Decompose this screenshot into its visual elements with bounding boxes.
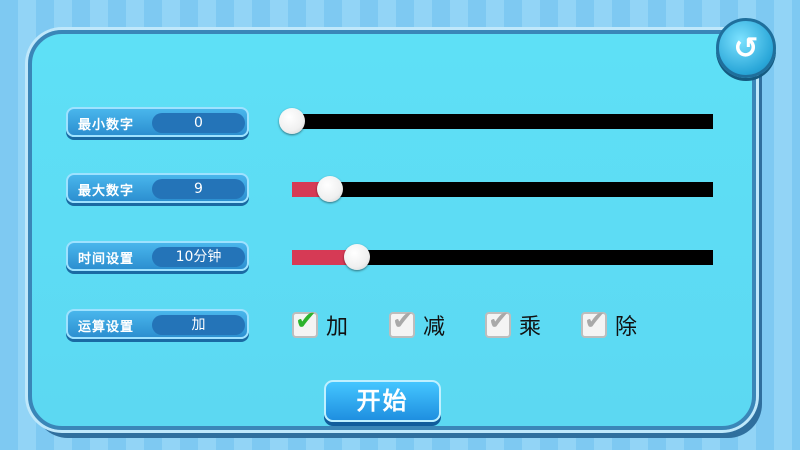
subtract-label: 减 bbox=[423, 315, 446, 340]
operation-divide[interactable]: ✔ 除 bbox=[581, 306, 638, 340]
divide-label: 除 bbox=[615, 315, 638, 340]
operation-subtract[interactable]: ✔ 减 bbox=[389, 306, 446, 340]
multiply-label: 乘 bbox=[519, 315, 542, 340]
time-label: 时间设置 bbox=[78, 252, 135, 267]
operation-add[interactable]: ✔ 加 bbox=[292, 306, 349, 340]
multiply-checkbox[interactable]: ✔ bbox=[485, 306, 511, 338]
add-label: 加 bbox=[326, 315, 349, 340]
check-icon: ✔ bbox=[392, 306, 414, 336]
time-value: 10分钟 bbox=[152, 247, 245, 267]
min-number-slider-knob[interactable] bbox=[279, 108, 305, 134]
check-icon: ✔ bbox=[295, 306, 317, 336]
operation-setting: 运算设置 加 bbox=[66, 309, 249, 339]
back-arrow-icon: ↺ bbox=[733, 30, 759, 66]
min-number-setting: 最小数字 0 bbox=[66, 107, 249, 137]
back-button[interactable]: ↺ bbox=[716, 18, 776, 78]
operation-value: 加 bbox=[152, 315, 245, 335]
max-number-slider-knob[interactable] bbox=[316, 176, 343, 202]
check-icon: ✔ bbox=[488, 306, 510, 336]
settings-panel bbox=[28, 30, 756, 430]
subtract-checkbox[interactable]: ✔ bbox=[389, 306, 415, 338]
add-checkbox[interactable]: ✔ bbox=[292, 306, 318, 338]
min-number-label: 最小数字 bbox=[78, 118, 135, 133]
operation-label: 运算设置 bbox=[78, 320, 135, 335]
check-icon: ✔ bbox=[584, 306, 606, 336]
max-number-setting: 最大数字 9 bbox=[66, 173, 249, 203]
time-slider[interactable] bbox=[292, 244, 713, 270]
min-number-value: 0 bbox=[152, 113, 245, 133]
max-number-slider[interactable] bbox=[292, 176, 713, 202]
max-number-value: 9 bbox=[152, 179, 245, 199]
time-setting: 时间设置 10分钟 bbox=[66, 241, 249, 271]
start-button[interactable]: 开始 bbox=[324, 380, 441, 422]
min-number-slider[interactable] bbox=[279, 108, 713, 134]
operation-multiply[interactable]: ✔ 乘 bbox=[485, 306, 542, 340]
time-slider-knob[interactable] bbox=[344, 244, 371, 270]
max-number-label: 最大数字 bbox=[78, 184, 135, 199]
divide-checkbox[interactable]: ✔ bbox=[581, 306, 607, 338]
